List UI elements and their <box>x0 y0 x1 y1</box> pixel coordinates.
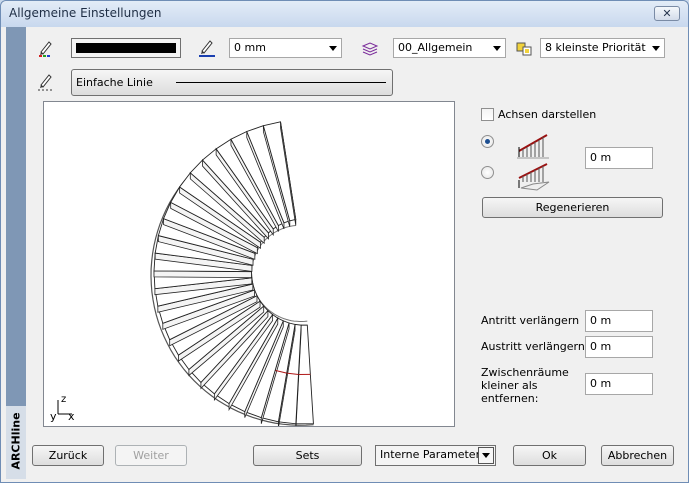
railing-option-1-radio[interactable] <box>481 135 494 148</box>
stair-drawing <box>150 121 314 430</box>
extend-start-input[interactable]: 0 m <box>585 310 653 332</box>
priority-select[interactable]: 8 kleinste Priorität <box>540 38 665 58</box>
priority-icon <box>516 40 534 58</box>
show-axes-checkbox[interactable] <box>481 108 494 121</box>
regenerate-button[interactable]: Regenerieren <box>482 197 663 218</box>
stair-preview[interactable]: z y x <box>43 101 455 430</box>
railing-icon <box>515 127 551 161</box>
remove-gaps-value: 0 m <box>590 377 612 390</box>
stair-group <box>150 121 314 430</box>
axis-z-label: z <box>61 394 67 405</box>
window-title: Allgemeine Einstellungen <box>9 6 162 20</box>
pen-color-swatch <box>76 43 176 53</box>
sets-button[interactable]: Sets <box>253 445 362 466</box>
chevron-down-icon <box>493 46 501 51</box>
show-axes-label: Achsen darstellen <box>498 108 597 121</box>
priority-value: 8 kleinste Priorität <box>545 41 646 54</box>
railing-offset-icon <box>515 158 551 192</box>
dropdown-button[interactable] <box>478 447 494 464</box>
remove-gaps-label: Zwischenräume kleiner als entfernen: <box>481 366 569 405</box>
line-type-button[interactable]: Einfache Linie <box>71 69 393 96</box>
line-width-select[interactable]: 0 mm <box>229 38 342 58</box>
railing-offset-value: 0 m <box>590 151 612 164</box>
chevron-down-icon <box>329 46 337 51</box>
next-button[interactable]: Weiter <box>115 445 187 466</box>
cancel-button[interactable]: Abbrechen <box>601 445 674 466</box>
internal-params-label: Interne Parameter <box>380 448 481 461</box>
pencil-color-icon <box>37 39 55 57</box>
side-label: ARCHline <box>7 406 25 476</box>
chevron-down-icon <box>482 453 490 458</box>
close-button[interactable]: ✕ <box>654 6 680 21</box>
railing-offset-input[interactable]: 0 m <box>585 147 653 169</box>
extend-start-label: Antritt verlängern <box>481 314 580 327</box>
layer-value: 00_Allgemein <box>398 41 473 54</box>
axis-y-label: y <box>50 410 57 423</box>
extend-start-value: 0 m <box>590 314 612 327</box>
back-button[interactable]: Zurück <box>32 445 104 466</box>
layers-icon <box>361 40 379 58</box>
dialog-content: 0 mm 00_Allgemein 8 kleinste Priorität E… <box>26 27 684 479</box>
pen-color-button[interactable] <box>71 38 181 58</box>
titlebar: Allgemeine Einstellungen ✕ <box>1 1 688 27</box>
line-width-value: 0 mm <box>234 41 266 54</box>
remove-gaps-input[interactable]: 0 m <box>585 373 653 395</box>
line-type-sample <box>176 82 386 83</box>
line-type-label: Einfache Linie <box>76 76 153 89</box>
internal-params-select[interactable]: Interne Parameter <box>375 445 496 466</box>
chevron-down-icon <box>652 46 660 51</box>
side-label-text: ARCHline <box>9 412 23 470</box>
extend-end-input[interactable]: 0 m <box>585 336 653 358</box>
pencil-width-icon <box>198 39 216 57</box>
axis-indicator: z y x <box>50 394 82 423</box>
railing-option-2-radio[interactable] <box>481 166 494 179</box>
ok-button[interactable]: Ok <box>513 445 586 466</box>
extend-end-value: 0 m <box>590 340 612 353</box>
dialog-window: Allgemeine Einstellungen ✕ ARCHline 0 mm… <box>0 0 689 483</box>
layer-select[interactable]: 00_Allgemein <box>393 38 506 58</box>
pencil-linetype-icon <box>37 73 55 91</box>
extend-end-label: Austritt verlängern <box>481 340 585 353</box>
axis-x-label: x <box>68 410 75 423</box>
